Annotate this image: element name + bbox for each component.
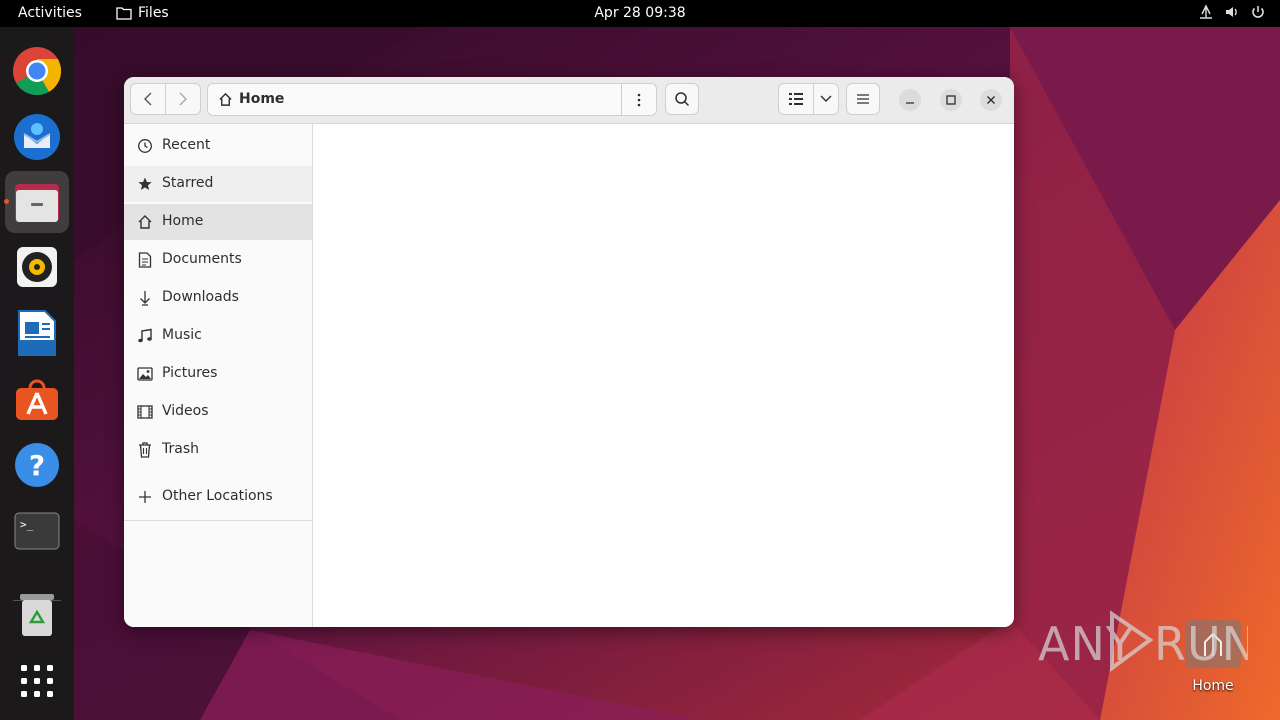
path-menu-button[interactable] [621,84,656,115]
terminal-icon: >_ [14,512,60,550]
sidebar-item-downloads[interactable]: Downloads [124,280,312,316]
sidebar-item-label: Downloads [162,289,239,305]
sidebar-item-label: Pictures [162,365,218,381]
path-home-button[interactable]: Home [218,91,284,107]
app-name: Files [138,5,169,21]
plus-icon [139,491,151,503]
search-button[interactable] [665,83,699,115]
close-icon [987,96,995,104]
dock-app-center[interactable] [5,368,69,430]
video-icon [137,405,153,419]
terminal-glyph: >_ [20,518,34,531]
home-icon [219,92,232,106]
maximize-icon [946,95,956,105]
network-icon [1200,4,1212,19]
back-button[interactable] [130,83,166,115]
dock-rhythmbox[interactable] [5,236,69,298]
close-button[interactable] [980,89,1002,111]
clock-icon [138,139,152,153]
thunderbird-icon [14,114,60,160]
minimize-icon [906,102,914,104]
system-tray[interactable] [1198,4,1266,20]
sidebar-item-starred[interactable]: Starred [124,166,312,202]
forward-button[interactable] [165,83,201,115]
app-store-icon [16,379,58,420]
files-icon [15,184,59,222]
sidebar-item-label: Documents [162,251,242,267]
trash-icon [139,442,151,458]
minimize-button[interactable] [899,89,921,111]
sidebar-item-recent[interactable]: Recent [124,128,312,164]
sidebar-item-label: Home [162,213,204,229]
chevron-down-icon [820,95,832,102]
main-menu-button[interactable] [846,83,880,115]
sidebar-item-label: Starred [162,175,214,191]
star-icon [138,177,152,190]
sidebar-item-label: Other Locations [162,488,273,504]
sidebar-item-music[interactable]: Music [124,318,312,354]
sidebar-item-home[interactable]: Home [124,204,312,240]
path-bar[interactable]: Home [207,83,657,116]
dock-help[interactable]: ? [5,434,69,496]
view-options-button[interactable] [813,83,839,115]
top-bar: Activities Files Apr 28 09:38 [0,0,1280,27]
dock-chrome[interactable] [5,40,69,102]
sidebar: Recent Starred Home Documents Downloads … [124,124,313,627]
maximize-button[interactable] [940,89,962,111]
sidebar-item-other-locations[interactable]: Other Locations [124,479,312,515]
volume-icon [1226,7,1237,17]
sidebar-item-trash[interactable]: Trash [124,432,312,468]
sidebar-separator [124,520,312,521]
trash-icon [20,594,54,636]
chevron-left-icon [144,92,152,106]
search-icon [675,92,690,107]
chevron-right-icon [179,92,187,106]
vertical-dots-icon [637,93,641,106]
activities-button[interactable]: Activities [18,5,82,21]
clock[interactable]: Apr 28 09:38 [594,5,685,21]
document-icon [138,252,152,268]
watermark-logo: ANY RUN [1038,610,1248,672]
sidebar-item-label: Recent [162,137,211,153]
sidebar-item-label: Videos [162,403,209,419]
svg-text:RUN: RUN [1154,617,1248,671]
music-icon [138,328,152,343]
show-apps-button[interactable] [5,650,69,712]
dock-trash[interactable] [5,584,69,646]
sidebar-item-pictures[interactable]: Pictures [124,356,312,392]
rhythmbox-icon [17,247,57,287]
dock-files[interactable] [5,171,69,233]
picture-icon [137,367,153,381]
dock-terminal[interactable]: >_ [5,500,69,562]
dock: ? >_ [0,27,74,720]
folder-icon [116,7,132,20]
writer-icon [18,310,56,356]
file-view[interactable] [313,124,1014,627]
sidebar-item-videos[interactable]: Videos [124,394,312,430]
help-glyph: ? [29,449,45,482]
app-menu[interactable]: Files [116,5,169,21]
files-window: Home Recent Starred Home Documents Downl… [124,77,1014,627]
list-view-icon [789,93,803,105]
dock-writer[interactable] [5,302,69,364]
help-icon: ? [15,443,59,487]
header-bar: Home [124,77,1014,124]
sidebar-item-documents[interactable]: Documents [124,242,312,278]
sidebar-item-label: Music [162,327,202,343]
power-icon [1252,6,1264,18]
chrome-icon [13,47,62,96]
hamburger-icon [857,94,869,104]
apps-grid-icon [21,665,53,697]
home-icon [138,215,152,229]
dock-thunderbird[interactable] [5,106,69,168]
view-list-button[interactable] [778,83,814,115]
sidebar-item-label: Trash [162,441,199,457]
desktop-icon-label: Home [1192,678,1234,694]
download-icon [140,291,150,306]
path-label: Home [239,91,285,107]
running-indicator [4,199,9,204]
